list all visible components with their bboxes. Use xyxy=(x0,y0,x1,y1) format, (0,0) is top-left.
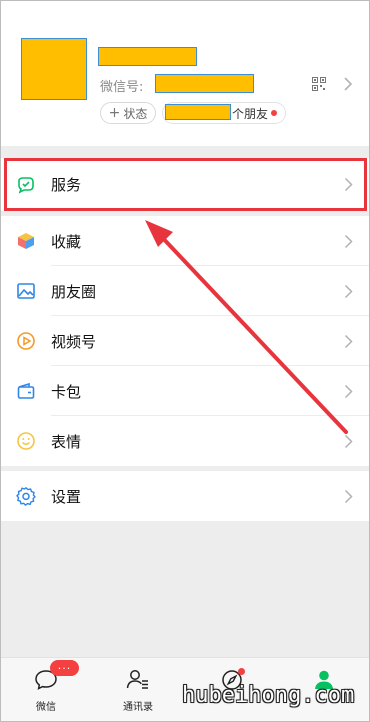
menu-item-cards[interactable]: 卡包 xyxy=(0,366,370,416)
favorites-cube-icon xyxy=(16,231,36,251)
tab-label-chats: 微信 xyxy=(36,702,56,713)
chevron-right-icon xyxy=(344,384,353,398)
watermark-text: hubeihong.com xyxy=(182,683,355,708)
chevron-right-icon xyxy=(344,284,353,298)
wechat-id-label: 微信号: xyxy=(100,80,144,95)
tab-contacts[interactable]: 通讯录 xyxy=(92,658,184,722)
menu-label-cards: 卡包 xyxy=(51,382,82,401)
smiley-icon xyxy=(16,431,36,451)
unread-badge: ··· xyxy=(50,660,79,676)
chevron-right-icon xyxy=(344,334,353,348)
channels-play-icon xyxy=(16,331,36,351)
menu-label-settings: 设置 xyxy=(51,487,82,506)
moments-image-icon xyxy=(16,281,36,301)
menu-item-channels[interactable]: 视频号 xyxy=(0,316,370,366)
nickname-redacted xyxy=(98,47,197,66)
menu-item-moments[interactable]: 朋友圈 xyxy=(0,266,370,316)
friends-suffix: 个朋友 xyxy=(232,107,269,121)
menu-item-favorites[interactable]: 收藏 xyxy=(0,216,370,266)
contacts-icon xyxy=(126,670,148,689)
highlight-box xyxy=(4,158,367,211)
notification-dot xyxy=(271,110,277,116)
chevron-right-icon xyxy=(344,77,353,91)
profile-header[interactable]: 微信号: + 状态 个朋友 xyxy=(0,0,370,146)
settings-group: 设置 xyxy=(0,471,370,521)
menu-label-channels: 视频号 xyxy=(51,332,97,351)
qr-code-icon[interactable] xyxy=(312,77,326,91)
chevron-right-icon xyxy=(344,489,353,503)
tab-chats[interactable]: 微信 ··· xyxy=(0,658,92,722)
menu-item-settings[interactable]: 设置 xyxy=(0,471,370,521)
status-label: 状态 xyxy=(123,106,148,121)
friends-count-redacted xyxy=(165,104,231,120)
gear-icon xyxy=(16,486,36,506)
menu-label-moments: 朋友圈 xyxy=(51,282,97,301)
avatar-redacted[interactable] xyxy=(21,38,87,100)
plus-icon: + xyxy=(108,105,121,121)
menu-label-favorites: 收藏 xyxy=(51,232,82,251)
wallet-icon xyxy=(16,381,36,401)
discover-notification-dot xyxy=(238,668,245,675)
menu-label-stickers: 表情 xyxy=(51,432,82,451)
chevron-right-icon xyxy=(344,234,353,248)
wechat-id-redacted xyxy=(155,74,254,93)
tab-label-contacts: 通讯录 xyxy=(123,702,153,713)
menu-item-stickers[interactable]: 表情 xyxy=(0,416,370,466)
chevron-right-icon xyxy=(344,434,353,448)
main-menu-group: 收藏 朋友圈 视频号 卡包 表情 xyxy=(0,216,370,466)
status-button[interactable]: + 状态 xyxy=(100,102,156,124)
